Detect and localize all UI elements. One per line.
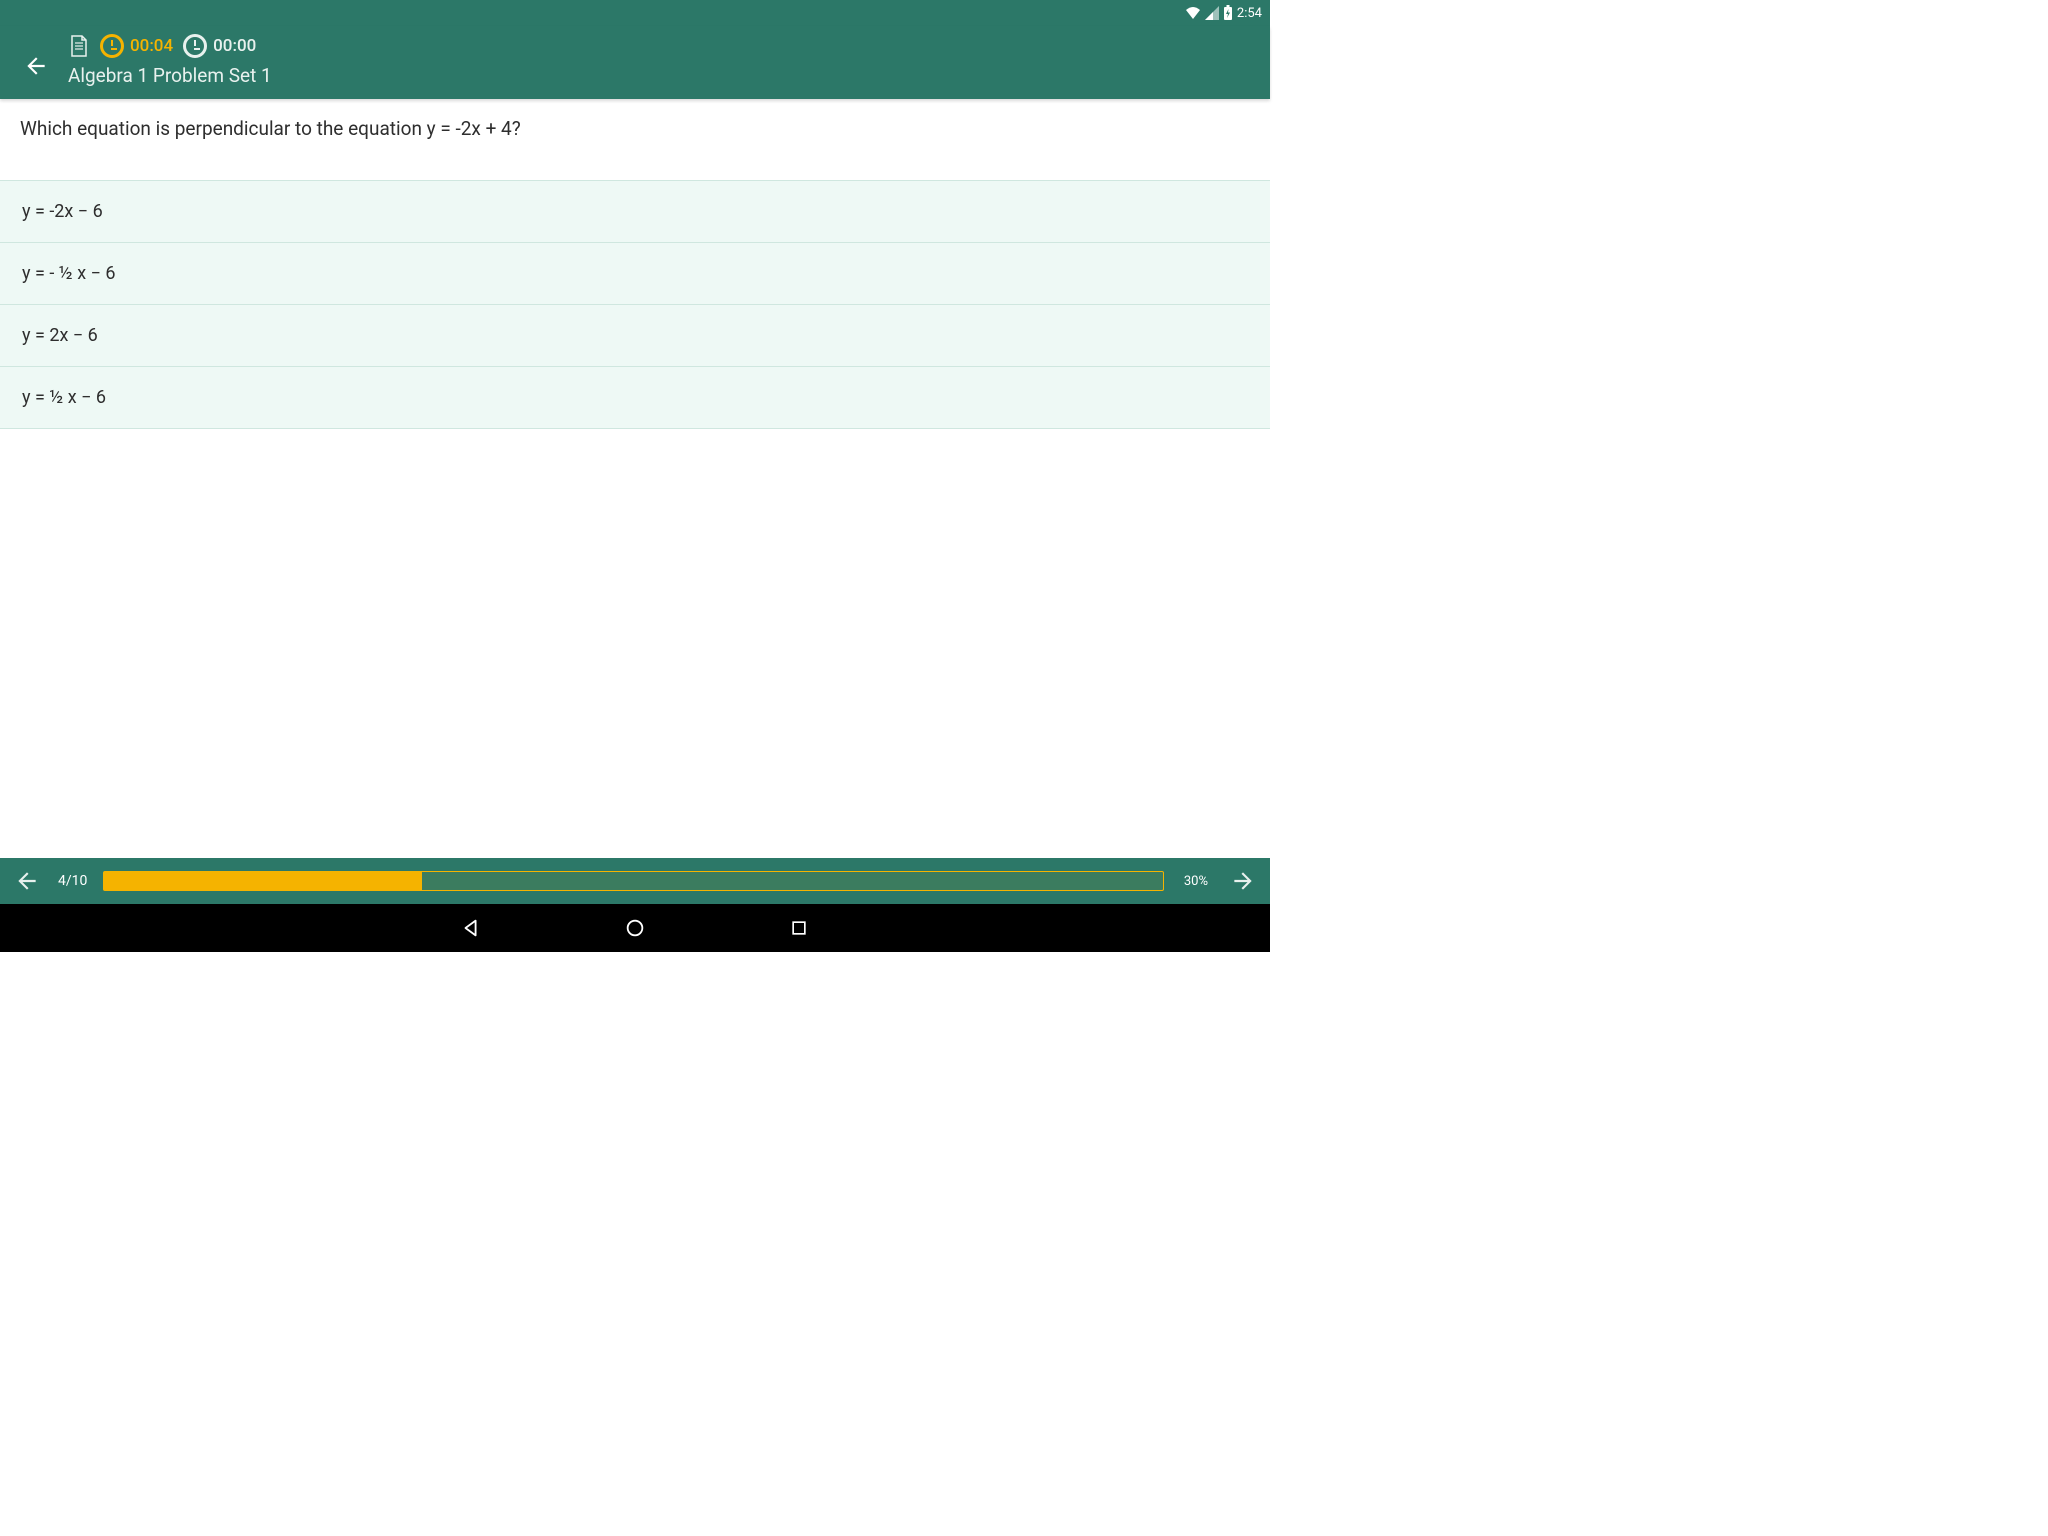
elapsed-timer-value: 00:04	[130, 36, 173, 56]
app-bar: 00:04 00:00 Algebra 1 Problem Set 1	[0, 26, 1270, 99]
answer-option[interactable]: y = ½ x − 6	[0, 366, 1270, 429]
answer-options: y = -2x − 6 y = - ½ x − 6 y = 2x − 6 y =…	[0, 180, 1270, 429]
status-icons	[1185, 5, 1233, 21]
total-timer-value: 00:00	[213, 36, 256, 56]
next-question-button[interactable]	[1228, 866, 1258, 896]
total-timer: 00:00	[183, 34, 256, 58]
android-recents-button[interactable]	[787, 916, 811, 940]
answer-option[interactable]: y = - ½ x − 6	[0, 242, 1270, 304]
clock-icon	[100, 34, 124, 58]
android-status-bar: 2:54	[0, 0, 1270, 26]
battery-icon	[1223, 5, 1233, 21]
back-button[interactable]	[16, 46, 56, 86]
document-icon	[68, 35, 90, 57]
elapsed-timer: 00:04	[100, 34, 173, 58]
bottom-progress-bar: 4/10 30%	[0, 858, 1270, 904]
question-text: Which equation is perpendicular to the e…	[0, 99, 1270, 180]
status-time: 2:54	[1237, 6, 1262, 21]
android-back-button[interactable]	[459, 916, 483, 940]
page-title: Algebra 1 Problem Set 1	[68, 64, 272, 87]
progress-track	[103, 871, 1163, 891]
progress-percent: 30%	[1180, 874, 1212, 889]
question-counter: 4/10	[58, 873, 87, 889]
answer-option[interactable]: y = 2x − 6	[0, 304, 1270, 366]
prev-question-button[interactable]	[12, 866, 42, 896]
android-home-button[interactable]	[623, 916, 647, 940]
timers-row: 00:04 00:00	[68, 34, 272, 58]
clock-icon	[183, 34, 207, 58]
progress-fill	[104, 872, 422, 890]
wifi-icon	[1185, 6, 1201, 20]
cell-signal-icon	[1205, 6, 1219, 20]
android-nav-bar	[0, 904, 1270, 952]
answer-option[interactable]: y = -2x − 6	[0, 180, 1270, 242]
